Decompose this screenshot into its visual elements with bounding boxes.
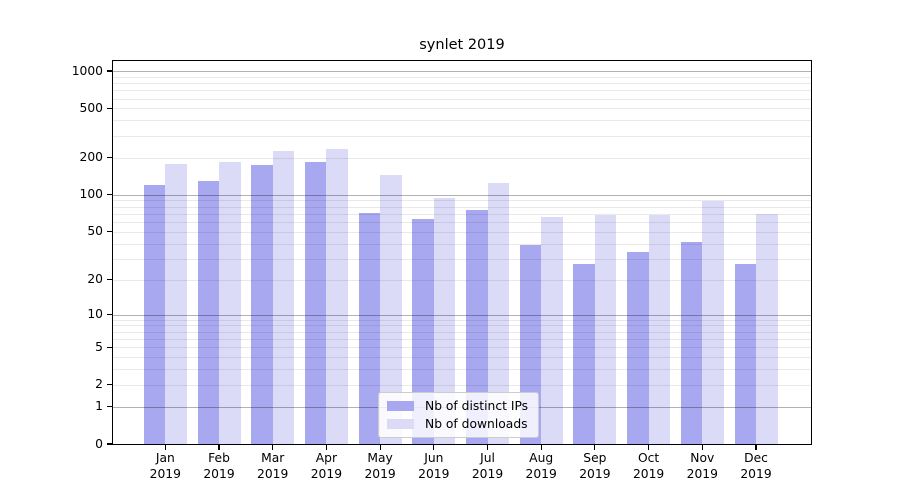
y-tick-label: 50 (0, 223, 103, 240)
bar-downloads-feb (219, 162, 241, 444)
y-tick-label: 2 (0, 376, 103, 393)
bar-distinct-ips-feb (198, 181, 220, 444)
legend-label-distinct-ips: Nb of distinct IPs (425, 399, 528, 413)
minor-gridline (113, 259, 811, 260)
bar-downloads-apr (326, 149, 348, 444)
y-tick (107, 347, 113, 348)
y-tick-label: 10 (0, 306, 103, 323)
major-gridline (113, 71, 811, 72)
minor-gridline (113, 77, 811, 78)
x-tick (326, 445, 327, 450)
y-tick-label: 0 (0, 436, 103, 453)
y-tick (107, 70, 113, 71)
minor-gridline (113, 158, 811, 159)
minor-gridline (113, 108, 811, 109)
legend-item-distinct-ips: Nb of distinct IPs (387, 399, 528, 413)
x-tick (433, 445, 434, 450)
y-tick-label: 5 (0, 339, 103, 356)
minor-gridline (113, 332, 811, 333)
minor-gridline (113, 320, 811, 321)
major-gridline (113, 195, 811, 196)
minor-gridline (113, 347, 811, 348)
x-tick (755, 445, 756, 450)
y-tick-label: 1 (0, 398, 103, 415)
x-tick (648, 445, 649, 450)
y-tick (107, 406, 113, 407)
legend-item-downloads: Nb of downloads (387, 417, 528, 431)
x-tick (165, 445, 166, 450)
minor-gridline (113, 207, 811, 208)
bar-distinct-ips-nov (681, 242, 703, 444)
x-tick (594, 445, 595, 450)
x-tick (541, 445, 542, 450)
y-tick-label: 200 (0, 149, 103, 166)
bar-distinct-ips-may (359, 213, 381, 444)
minor-gridline (113, 214, 811, 215)
bar-distinct-ips-sep (573, 264, 595, 444)
y-tick (107, 314, 113, 315)
minor-gridline (113, 90, 811, 91)
minor-gridline (113, 325, 811, 326)
y-tick-label: 500 (0, 100, 103, 117)
bar-downloads-aug (541, 217, 563, 444)
x-tick-label: Dec2019 (724, 451, 788, 483)
x-tick (702, 445, 703, 450)
x-tick (487, 445, 488, 450)
bar-downloads-sep (595, 215, 617, 444)
minor-gridline (113, 244, 811, 245)
minor-gridline (113, 136, 811, 137)
legend: Nb of distinct IPs Nb of downloads (378, 392, 539, 438)
minor-gridline (113, 357, 811, 358)
bar-downloads-dec (756, 214, 778, 444)
y-tick (107, 108, 113, 109)
y-tick (107, 384, 113, 385)
major-gridline (113, 315, 811, 316)
chart-title: synlet 2019 (419, 37, 504, 53)
minor-gridline (113, 99, 811, 100)
minor-gridline (113, 200, 811, 201)
bar-distinct-ips-apr (305, 162, 327, 444)
minor-gridline (113, 83, 811, 84)
bar-distinct-ips-dec (735, 264, 757, 444)
minor-gridline (113, 222, 811, 223)
y-tick-label: 20 (0, 271, 103, 288)
y-tick (107, 194, 113, 195)
y-tick (107, 443, 113, 444)
legend-swatch-downloads (387, 419, 414, 429)
y-tick (107, 279, 113, 280)
minor-gridline (113, 280, 811, 281)
y-tick-label: 100 (0, 186, 103, 203)
legend-swatch-distinct-ips (387, 401, 414, 411)
minor-gridline (113, 369, 811, 370)
bar-downloads-oct (649, 215, 671, 444)
x-tick (380, 445, 381, 450)
x-tick (272, 445, 273, 450)
y-tick (107, 157, 113, 158)
legend-label-downloads: Nb of downloads (425, 417, 528, 431)
figure: synlet 2019 01251020501002005001000Jan20… (0, 0, 900, 500)
x-tick-year: 2019 (724, 467, 788, 483)
minor-gridline (113, 232, 811, 233)
y-tick (107, 231, 113, 232)
y-tick-label: 1000 (0, 63, 103, 80)
minor-gridline (113, 339, 811, 340)
x-tick (218, 445, 219, 450)
minor-gridline (113, 120, 811, 121)
minor-gridline (113, 385, 811, 386)
